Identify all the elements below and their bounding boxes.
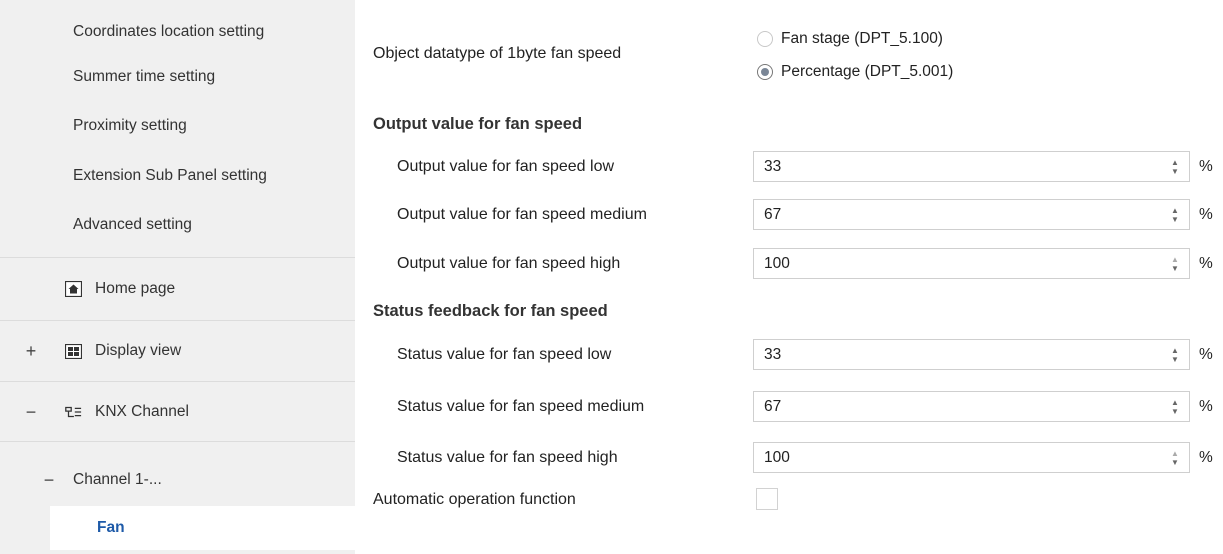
spinbox-value[interactable]: 67 <box>754 206 1167 224</box>
sidebar-item-label: Channel 1-... <box>73 471 162 488</box>
radio-button[interactable] <box>757 31 773 47</box>
spin-down-icon[interactable]: ▼ <box>1171 355 1179 364</box>
sidebar-item-proximity[interactable]: Proximity setting <box>0 101 355 151</box>
collapse-icon[interactable]: − <box>42 471 56 489</box>
spinbox-value[interactable]: 33 <box>754 346 1167 364</box>
sidebar-item-label: Advanced setting <box>73 216 192 233</box>
sidebar-item-label: KNX Channel <box>95 403 189 420</box>
sidebar-item-coordinates-location[interactable]: Coordinates location setting <box>0 7 355 57</box>
sidebar-item-label: Summer time setting <box>73 68 216 85</box>
sidebar-item-display-view[interactable]: + Display view <box>0 326 355 376</box>
sidebar-item-label: Coordinates location setting <box>73 23 265 40</box>
auto-operation-checkbox[interactable] <box>756 488 778 510</box>
spinbox-value[interactable]: 33 <box>754 158 1167 176</box>
sidebar-divider <box>0 320 355 321</box>
sidebar-item-summer-time[interactable]: Summer time setting <box>0 52 355 102</box>
spinbox-arrows[interactable]: ▲ ▼ <box>1167 249 1183 278</box>
sidebar-item-knx-channel[interactable]: − KNX Channel <box>0 387 355 437</box>
unit-label: % <box>1199 206 1213 223</box>
spinbox-arrows[interactable]: ▲ ▼ <box>1167 340 1183 369</box>
sidebar-item-label: Home page <box>95 280 176 297</box>
sidebar-item-extension-sub-panel[interactable]: Extension Sub Panel setting <box>0 151 355 201</box>
radio-percentage[interactable]: Percentage (DPT_5.001) <box>757 63 953 81</box>
spin-up-icon[interactable]: ▲ <box>1171 255 1179 264</box>
home-icon <box>64 281 82 297</box>
output-high-spinbox[interactable]: 100 ▲ ▼ <box>753 248 1190 279</box>
output-low-spinbox[interactable]: 33 ▲ ▼ <box>753 151 1190 182</box>
sidebar-divider <box>0 257 355 258</box>
radio-fan-stage[interactable]: Fan stage (DPT_5.100) <box>757 30 943 48</box>
radio-label: Fan stage (DPT_5.100) <box>781 30 943 47</box>
status-medium-label: Status value for fan speed medium <box>397 398 645 415</box>
spin-down-icon[interactable]: ▼ <box>1171 167 1179 176</box>
radio-label: Percentage (DPT_5.001) <box>781 63 954 80</box>
output-section-title: Output value for fan speed <box>373 115 583 133</box>
spin-down-icon[interactable]: ▼ <box>1171 407 1179 416</box>
sidebar-item-label: Display view <box>95 342 182 359</box>
status-low-spinbox[interactable]: 33 ▲ ▼ <box>753 339 1190 370</box>
output-medium-label: Output value for fan speed medium <box>397 206 647 223</box>
spinbox-arrows[interactable]: ▲ ▼ <box>1167 392 1183 421</box>
sidebar: Coordinates location setting Summer time… <box>0 0 355 554</box>
sidebar-item-channel-1[interactable]: − Channel 1-... <box>0 455 355 505</box>
status-medium-spinbox[interactable]: 67 ▲ ▼ <box>753 391 1190 422</box>
auto-operation-label: Automatic operation function <box>373 491 576 508</box>
spin-down-icon[interactable]: ▼ <box>1171 264 1179 273</box>
sidebar-item-label: Fan <box>97 519 125 536</box>
spinbox-arrows[interactable]: ▲ ▼ <box>1167 200 1183 229</box>
spin-down-icon[interactable]: ▼ <box>1171 215 1179 224</box>
status-high-spinbox[interactable]: 100 ▲ ▼ <box>753 442 1190 473</box>
sidebar-item-label: Proximity setting <box>73 117 187 134</box>
spinbox-value[interactable]: 100 <box>754 449 1167 467</box>
sidebar-item-home-page[interactable]: Home page <box>0 264 355 314</box>
display-grid-icon <box>64 343 82 359</box>
unit-label: % <box>1199 346 1213 363</box>
sidebar-item-label: Extension Sub Panel setting <box>73 167 267 184</box>
unit-label: % <box>1199 158 1213 175</box>
spin-up-icon[interactable]: ▲ <box>1171 449 1179 458</box>
radio-button[interactable] <box>757 64 773 80</box>
sidebar-divider <box>0 381 355 382</box>
sidebar-divider <box>0 441 355 442</box>
knx-channel-icon <box>64 404 82 420</box>
spinbox-value[interactable]: 67 <box>754 398 1167 416</box>
output-medium-spinbox[interactable]: 67 ▲ ▼ <box>753 199 1190 230</box>
expand-icon[interactable]: + <box>24 342 38 360</box>
spinbox-arrows[interactable]: ▲ ▼ <box>1167 443 1183 472</box>
spinbox-arrows[interactable]: ▲ ▼ <box>1167 152 1183 181</box>
status-high-label: Status value for fan speed high <box>397 449 618 466</box>
status-low-label: Status value for fan speed low <box>397 346 612 363</box>
spin-up-icon[interactable]: ▲ <box>1171 206 1179 215</box>
spin-up-icon[interactable]: ▲ <box>1171 398 1179 407</box>
spin-down-icon[interactable]: ▼ <box>1171 458 1179 467</box>
parameter-panel: Object datatype of 1byte fan speed Fan s… <box>355 0 1223 554</box>
spin-up-icon[interactable]: ▲ <box>1171 158 1179 167</box>
spin-up-icon[interactable]: ▲ <box>1171 346 1179 355</box>
spinbox-value[interactable]: 100 <box>754 255 1167 273</box>
unit-label: % <box>1199 255 1213 272</box>
sidebar-item-fan[interactable]: Fan <box>50 506 355 550</box>
unit-label: % <box>1199 398 1213 415</box>
sidebar-item-advanced[interactable]: Advanced setting <box>0 200 355 250</box>
collapse-icon[interactable]: − <box>24 403 38 421</box>
output-low-label: Output value for fan speed low <box>397 158 615 175</box>
datatype-label: Object datatype of 1byte fan speed <box>373 45 622 62</box>
status-section-title: Status feedback for fan speed <box>373 302 608 320</box>
output-high-label: Output value for fan speed high <box>397 255 621 272</box>
unit-label: % <box>1199 449 1213 466</box>
